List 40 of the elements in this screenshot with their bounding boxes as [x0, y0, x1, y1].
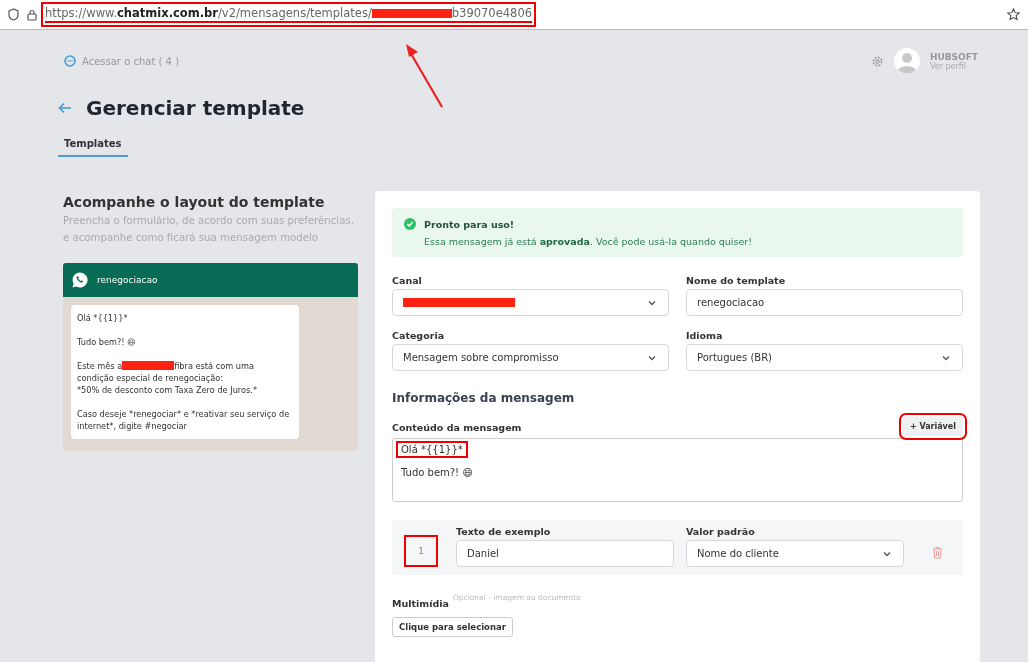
input-field[interactable]: Daniel: [456, 540, 674, 567]
field-label: Canal: [392, 275, 423, 286]
message-text: Este mês a fibra está com uma condição especial de renegociação: *50% de desconto com Taxa Zero de Juros.*: [77, 360, 258, 396]
field-label: Valor padrão: [686, 526, 756, 537]
shield-icon: [8, 8, 19, 21]
preview-title: Acompanhe o layout do template: [63, 194, 326, 210]
message-text: Caso deseje *renegociar* e *reativar seu serviço de internet*, digite #negociar: [77, 408, 291, 432]
field-label: Categoria: [392, 330, 446, 341]
field-label: Multimídia: [392, 598, 449, 609]
input-field[interactable]: renegociacao: [686, 289, 963, 316]
field-label: Nome do template: [686, 275, 787, 286]
alert-message: Essa mensagem já está aprovada. Você pode usá-la quando quiser!: [424, 236, 753, 247]
select-field[interactable]: Portugues (BR): [686, 344, 963, 371]
field-label: Idioma: [686, 330, 724, 341]
preview-subtitle: Preencha o formulário, de acordo com suas preferências, e acompanhe como ficará sua mensagem modelo: [63, 214, 355, 245]
select-field[interactable]: Mensagem sobre compromisso: [392, 344, 669, 371]
lock-icon: [27, 8, 37, 21]
avatar-icon[interactable]: [893, 48, 920, 74]
section-heading: Informações da mensagem: [392, 391, 576, 405]
tab[interactable]: Templates: [58, 138, 128, 157]
user-name: HUBSOFT: [929, 51, 978, 62]
settings-icon[interactable]: [870, 54, 884, 68]
chat-bubble-icon: [64, 55, 76, 67]
page-title: Gerenciar template: [86, 96, 305, 120]
message-textarea[interactable]: Olá *{{1}}* Tudo bem?! 😄: [392, 438, 963, 502]
check-circle-icon: [404, 218, 416, 230]
trash-icon[interactable]: [932, 546, 943, 559]
chat-name: renegociacao: [97, 275, 158, 285]
message-text: Tudo bem?! 😄: [77, 336, 137, 348]
select-file-button[interactable]: Clique para selecionar: [392, 617, 513, 637]
field-label: Texto de exemplo: [456, 526, 552, 537]
select-field[interactable]: Nome do cliente: [686, 540, 904, 567]
star-icon[interactable]: [1007, 8, 1020, 21]
back-arrow-icon[interactable]: [58, 102, 72, 114]
alert-title: Pronto para uso!: [424, 218, 516, 230]
whatsapp-icon: [71, 271, 89, 289]
message-text: Olá *{{1}}*: [77, 312, 129, 324]
field-label: Conteúdo da mensagem: [392, 422, 522, 433]
select-field[interactable]: [392, 289, 669, 316]
variable-number: 1: [406, 537, 436, 565]
